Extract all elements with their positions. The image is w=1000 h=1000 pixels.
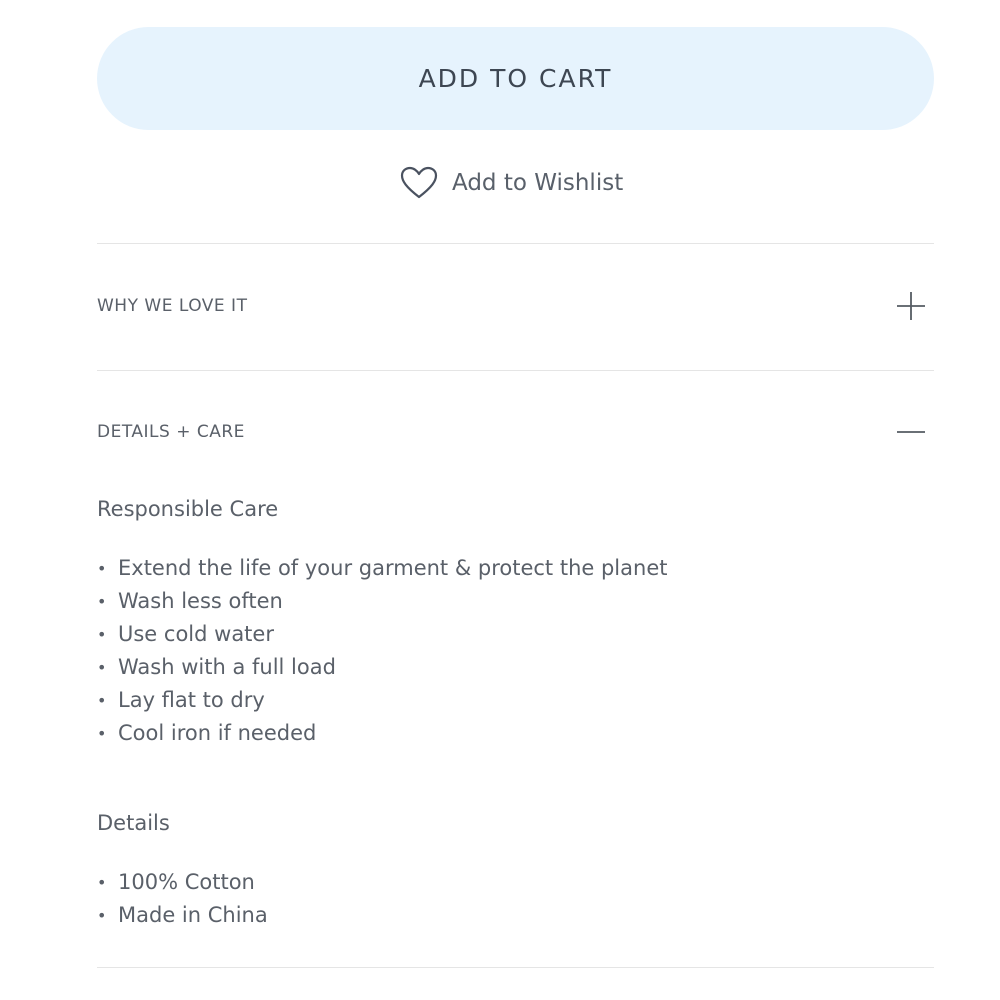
bullet-icon: • [97, 691, 107, 710]
divider [97, 243, 934, 244]
list-item-text: Extend the life of your garment & protec… [118, 556, 668, 580]
list-item-text: Wash less often [118, 589, 283, 613]
list-item-text: Lay flat to dry [118, 688, 265, 712]
list-item: • Made in China [97, 899, 268, 932]
add-to-cart-button[interactable]: ADD TO CART [97, 27, 934, 130]
wishlist-label: Add to Wishlist [452, 170, 624, 196]
responsible-care-heading: Responsible Care [97, 497, 279, 521]
list-item: • Lay flat to dry [97, 684, 667, 717]
divider [97, 967, 934, 968]
list-item: • Wash with a full load [97, 651, 667, 684]
list-item-text: Cool iron if needed [118, 721, 317, 745]
product-actions-panel: ADD TO CART Add to Wishlist WHY WE LOVE … [0, 0, 1000, 1000]
accordion-why-we-love-it[interactable]: WHY WE LOVE IT [97, 276, 934, 336]
details-list: • 100% Cotton • Made in China [97, 866, 268, 932]
care-list: • Extend the life of your garment & prote… [97, 552, 667, 750]
plus-icon[interactable] [891, 286, 931, 326]
accordion-title: WHY WE LOVE IT [97, 296, 248, 316]
add-to-wishlist-link[interactable]: Add to Wishlist [400, 162, 623, 204]
accordion-details-care[interactable]: DETAILS + CARE [97, 402, 934, 462]
accordion-title: DETAILS + CARE [97, 422, 245, 442]
bullet-icon: • [97, 724, 107, 743]
bullet-icon: • [97, 592, 107, 611]
list-item-text: Wash with a full load [118, 655, 336, 679]
divider [97, 370, 934, 371]
list-item: • Wash less often [97, 585, 667, 618]
bullet-icon: • [97, 559, 107, 578]
list-item: • Use cold water [97, 618, 667, 651]
list-item-text: 100% Cotton [118, 870, 255, 894]
bullet-icon: • [97, 625, 107, 644]
list-item: • Cool iron if needed [97, 717, 667, 750]
list-item: • Extend the life of your garment & prote… [97, 552, 667, 585]
heart-outline-icon [400, 166, 438, 200]
bullet-icon: • [97, 906, 107, 925]
minus-icon[interactable] [891, 412, 931, 452]
bullet-icon: • [97, 658, 107, 677]
bullet-icon: • [97, 873, 107, 892]
list-item: • 100% Cotton [97, 866, 268, 899]
list-item-text: Made in China [118, 903, 268, 927]
list-item-text: Use cold water [118, 622, 274, 646]
details-heading: Details [97, 811, 170, 835]
